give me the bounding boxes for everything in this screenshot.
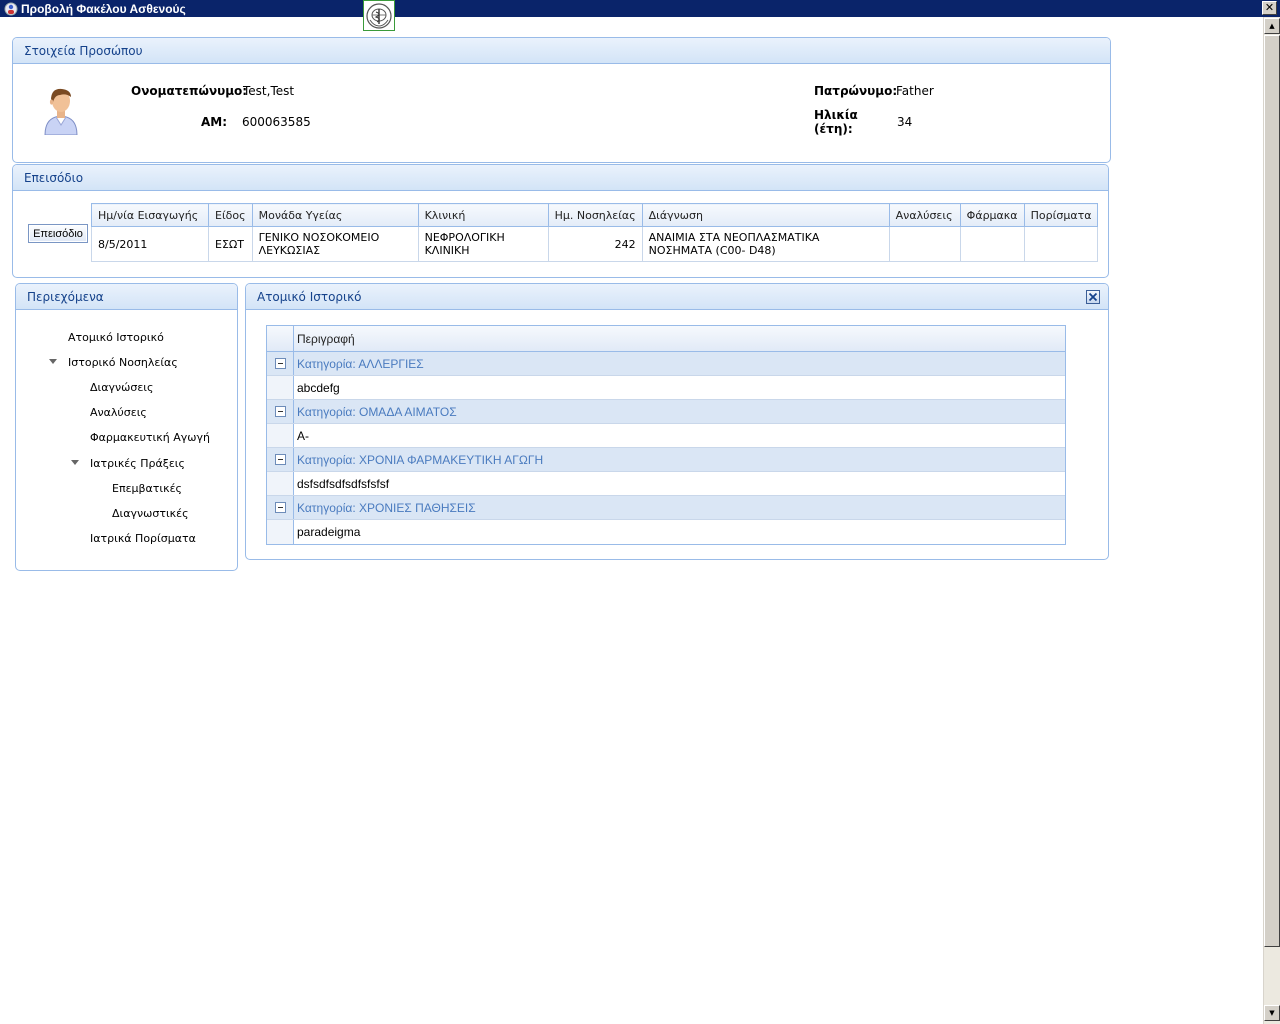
history-grid: Περιγραφή Κατηγορία: ΑΛΛΕΡΓΙΕΣ abcdefg Κ… (266, 325, 1066, 545)
tree-item-medical-findings[interactable]: Ιατρικά Πορίσματα (90, 532, 196, 545)
cell-health-unit-line2: ΛΕΥΚΩΣΙΑΣ (258, 244, 321, 257)
contents-panel: Περιεχόμενα Ατομικό Ιστορικό Ιστορικό Νο… (15, 283, 238, 571)
expand-arrow-icon[interactable] (71, 460, 79, 465)
group-label: Κατηγορία: ΧΡΟΝΙΑ ΦΑΡΜΑΚΕΥΤΙΚΗ ΑΓΩΓΗ (297, 452, 544, 467)
cell-drugs (959, 226, 1025, 262)
cell-diagnosis-line1: ΑΝΑΙΜΙΑ ΣΤΑ ΝΕΟΠΛΑΣΜΑΤΙΚΑ (648, 231, 820, 244)
group-row-blood-type[interactable]: Κατηγορία: ΟΜΑΔΑ ΑΙΜΑΤΟΣ (267, 400, 1065, 424)
am-value: 600063585 (242, 115, 311, 129)
tree-item-hospitalization-history[interactable]: Ιστορικό Νοσηλείας (68, 356, 178, 369)
person-panel-header: Στοιχεία Προσώπου (13, 38, 1110, 64)
person-panel: Στοιχεία Προσώπου Ονοματεπώνυμο: Test,Te… (12, 37, 1111, 163)
column-header-diagnosis[interactable]: Διάγνωση (641, 203, 890, 227)
who-logo-icon (363, 0, 395, 31)
tree-item-medical-procedures[interactable]: Ιατρικές Πράξεις (90, 457, 185, 470)
list-item[interactable]: A- (267, 424, 1065, 448)
item-value: A- (297, 428, 309, 443)
tree-item-medication[interactable]: Φαρμακευτική Αγωγή (90, 431, 210, 444)
tree-item-analyses[interactable]: Αναλύσεις (90, 406, 147, 419)
cell-clinic: ΝΕΦΡΟΛΟΓΙΚΗ ΚΛΙΝΙΚΗ (417, 226, 549, 262)
contents-panel-header: Περιεχόμενα (16, 284, 237, 310)
column-header-type[interactable]: Είδος (208, 203, 253, 227)
grid-header: Περιγραφή (267, 326, 1065, 352)
name-label: Ονοματεπώνυμο: (131, 84, 248, 98)
cell-clinic-line2: ΚΛΙΝΙΚΗ (424, 244, 470, 257)
item-value: dsfsdfsdfsdfsfsfsf (297, 476, 390, 491)
group-row-chronic-conditions[interactable]: Κατηγορία: ΧΡΟΝΙΕΣ ΠΑΘΗΣΕΙΣ (267, 496, 1065, 520)
vertical-scrollbar[interactable]: ▲ ▼ (1263, 17, 1280, 1024)
item-value: paradeigma (297, 525, 361, 539)
episode-table: Ημ/νία Εισαγωγής Είδος Μονάδα Υγείας Κλι… (91, 203, 1099, 262)
column-header-admission-date[interactable]: Ημ/νία Εισαγωγής (91, 203, 209, 227)
age-label-line2: (έτη): (814, 122, 853, 136)
personal-history-panel: Ατομικό Ιστορικό Περιγραφή Κατηγορία: ΑΛ… (245, 283, 1109, 560)
cell-clinic-line1: ΝΕΦΡΟΛΟΓΙΚΗ (424, 231, 505, 244)
cell-type: ΕΣΩΤ (208, 226, 253, 262)
column-header-health-unit[interactable]: Μονάδα Υγείας (251, 203, 419, 227)
father-name-value: Father (896, 84, 934, 98)
tree-item-diagnoses[interactable]: Διαγνώσεις (90, 381, 153, 394)
column-header-analyses[interactable]: Αναλύσεις (888, 203, 961, 227)
tree-item-diagnostic[interactable]: Διαγνωστικές (112, 507, 189, 520)
column-header-stay-days[interactable]: Ημ. Νοσηλείας (547, 203, 643, 227)
age-label-line1: Ηλικία (814, 108, 858, 122)
episode-panel-header: Επεισόδιο (13, 165, 1108, 191)
group-label: Κατηγορία: ΟΜΑΔΑ ΑΙΜΑΤΟΣ (297, 404, 457, 419)
episode-button[interactable]: Επεισόδιο (28, 224, 88, 243)
expand-arrow-icon[interactable] (49, 359, 57, 364)
list-item[interactable]: dsfsdfsdfsdfsfsfsf (267, 472, 1065, 496)
collapse-minus-icon[interactable] (274, 502, 286, 513)
table-row[interactable]: 8/5/2011 ΕΣΩΤ ΓΕΝΙΚΟ ΝΟΣΟΚΟΜΕΙΟ ΛΕΥΚΩΣΙΑΣ… (91, 226, 1099, 262)
scroll-up-arrow-icon[interactable]: ▲ (1264, 18, 1280, 34)
collapse-minus-icon[interactable] (274, 406, 286, 417)
group-label: Κατηγορία: ΑΛΛΕΡΓΙΕΣ (297, 356, 424, 371)
cell-stay-days: 242 (547, 226, 643, 262)
group-row-chronic-medication[interactable]: Κατηγορία: ΧΡΟΝΙΑ ΦΑΡΜΑΚΕΥΤΙΚΗ ΑΓΩΓΗ (267, 448, 1065, 472)
column-header-findings[interactable]: Πορίσματα (1023, 203, 1099, 227)
column-header-clinic[interactable]: Κλινική (417, 203, 549, 227)
cell-findings (1023, 226, 1099, 262)
collapse-minus-icon[interactable] (274, 454, 286, 465)
column-header-drugs[interactable]: Φάρμακα (959, 203, 1025, 227)
item-value: abcdefg (297, 380, 340, 395)
list-item[interactable]: paradeigma (267, 520, 1065, 544)
tree-item-interventional[interactable]: Επεμβατικές (112, 482, 182, 495)
window-titlebar: Προβολή Φακέλου Ασθενούς ✕ (0, 0, 1280, 17)
cell-analyses (888, 226, 961, 262)
group-row-allergies[interactable]: Κατηγορία: ΑΛΛΕΡΓΙΕΣ (267, 352, 1065, 376)
am-label: ΑΜ: (201, 115, 228, 129)
column-header-description[interactable]: Περιγραφή (294, 326, 355, 351)
tree-item-personal-history[interactable]: Ατομικό Ιστορικό (68, 331, 164, 344)
panel-close-icon[interactable] (1086, 290, 1100, 304)
episode-panel: Επεισόδιο Επεισόδιο Ημ/νία Εισαγωγής Είδ… (12, 164, 1109, 278)
cell-diagnosis: ΑΝΑΙΜΙΑ ΣΤΑ ΝΕΟΠΛΑΣΜΑΤΙΚΑ ΝΟΣΗΜΑΤΑ (C00- … (641, 226, 890, 262)
name-value: Test,Test (243, 84, 295, 98)
collapse-minus-icon[interactable] (274, 358, 286, 369)
cell-health-unit: ΓΕΝΙΚΟ ΝΟΣΟΚΟΜΕΙΟ ΛΕΥΚΩΣΙΑΣ (251, 226, 419, 262)
window-close-button[interactable]: ✕ (1262, 1, 1277, 15)
cell-diagnosis-line2: ΝΟΣΗΜΑΤΑ (C00- D48) (648, 244, 776, 257)
father-name-label: Πατρώνυμο: (814, 84, 898, 98)
scroll-down-arrow-icon[interactable]: ▼ (1264, 1005, 1280, 1021)
age-value: 34 (897, 115, 913, 129)
window-title: Προβολή Φακέλου Ασθενούς (21, 1, 186, 16)
app-icon (4, 2, 18, 16)
cell-admission-date: 8/5/2011 (91, 226, 209, 262)
patient-avatar-icon (41, 83, 81, 138)
group-label: Κατηγορία: ΧΡΟΝΙΕΣ ΠΑΘΗΣΕΙΣ (297, 500, 476, 515)
cell-health-unit-line1: ΓΕΝΙΚΟ ΝΟΣΟΚΟΜΕΙΟ (258, 231, 380, 244)
grid-header-gutter (267, 326, 294, 351)
scrollbar-thumb[interactable] (1264, 35, 1280, 947)
personal-history-panel-header: Ατομικό Ιστορικό (246, 284, 1108, 310)
list-item[interactable]: abcdefg (267, 376, 1065, 400)
